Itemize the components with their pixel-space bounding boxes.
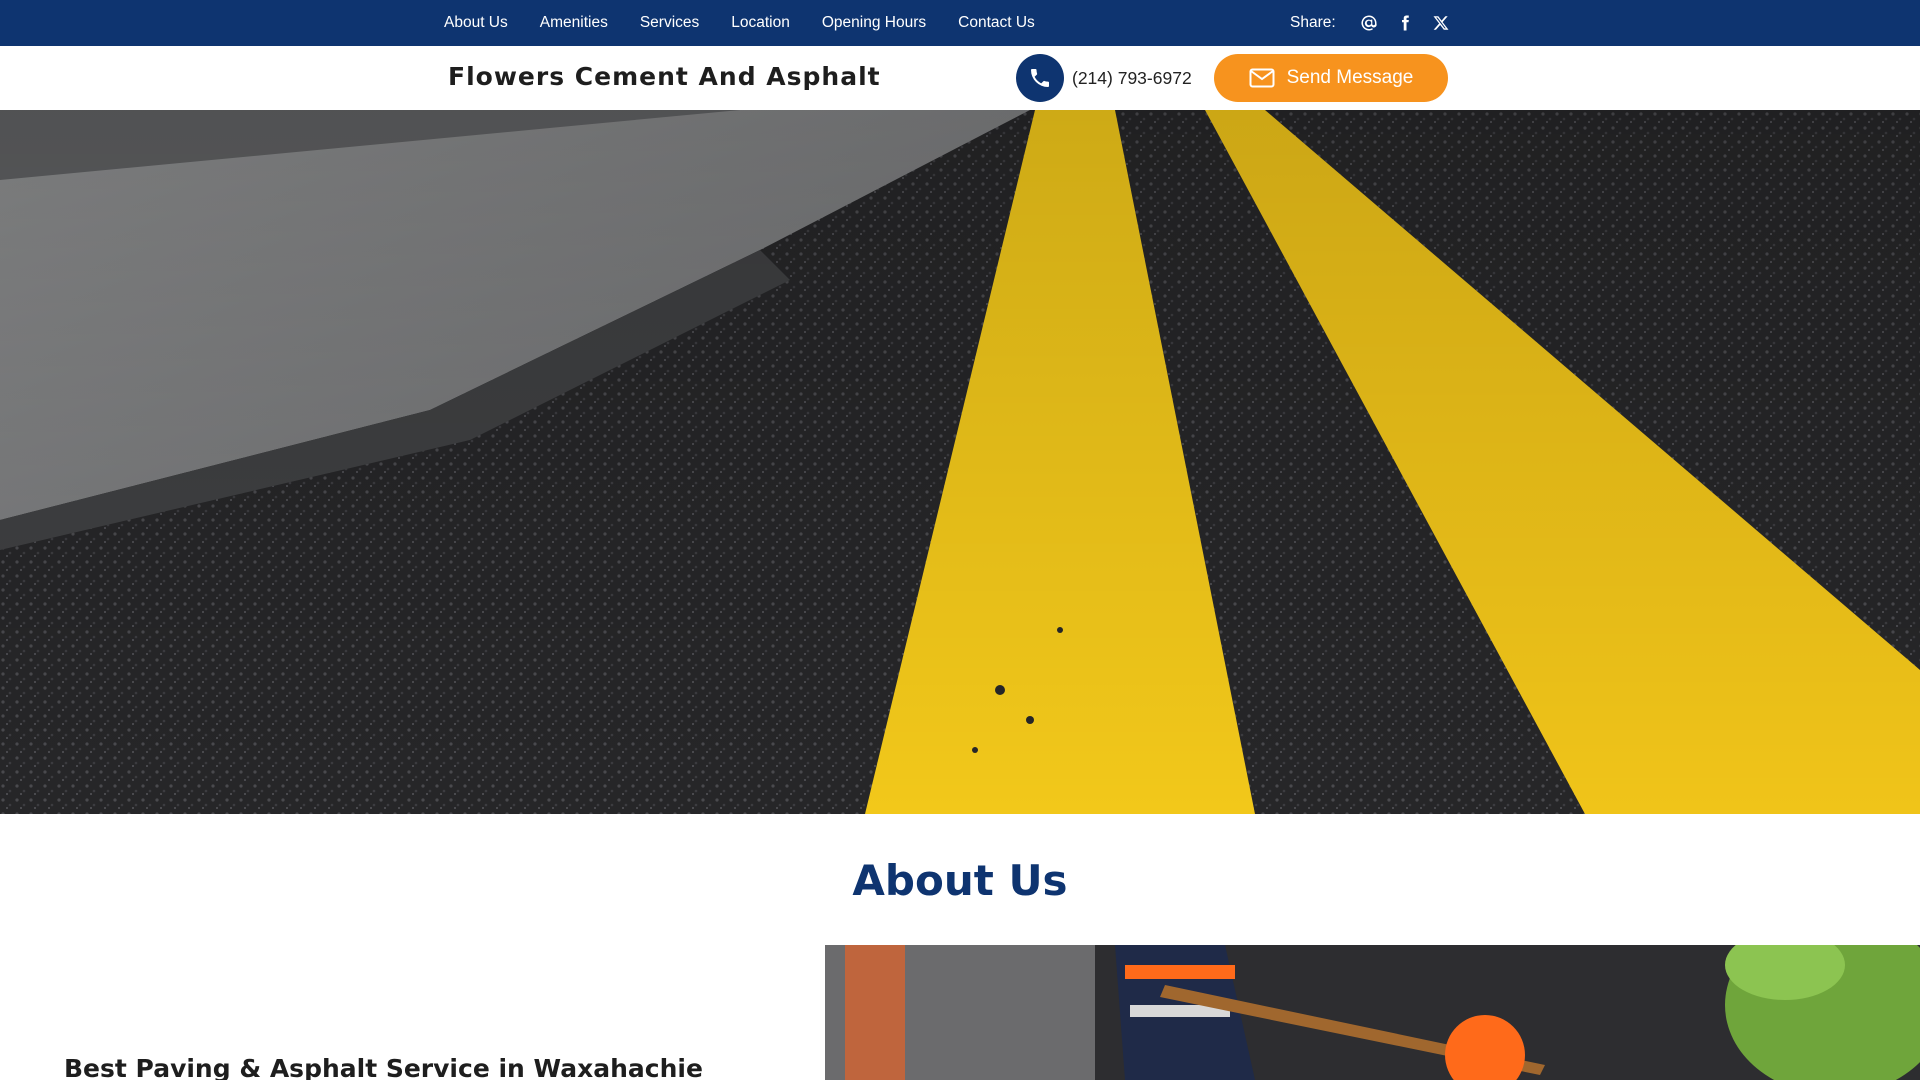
site-header: Flowers Cement And Asphalt (214) 793-697… xyxy=(0,46,1920,110)
about-title: About Us xyxy=(852,856,1068,905)
phone-number: (214) 793-6972 xyxy=(1072,67,1192,88)
hero-image xyxy=(0,110,1920,814)
main-nav: About Us Amenities Services Location Ope… xyxy=(444,0,1067,46)
nav-about-us[interactable]: About Us xyxy=(444,14,508,32)
nav-contact-us[interactable]: Contact Us xyxy=(958,14,1035,32)
share-label: Share: xyxy=(1290,14,1336,31)
nav-location[interactable]: Location xyxy=(731,14,790,32)
phone-link[interactable]: (214) 793-6972 xyxy=(1016,54,1192,102)
nav-services[interactable]: Services xyxy=(640,14,699,32)
share-group: Share: xyxy=(1290,0,1466,46)
mail-icon xyxy=(1249,68,1275,88)
brand-name[interactable]: Flowers Cement And Asphalt xyxy=(448,62,881,91)
nav-opening-hours[interactable]: Opening Hours xyxy=(822,14,926,32)
facebook-icon[interactable] xyxy=(1394,12,1416,34)
send-message-label: Send Message xyxy=(1286,67,1414,88)
nav-amenities[interactable]: Amenities xyxy=(540,14,608,32)
about-image-workers xyxy=(825,945,1920,1080)
send-message-button[interactable]: Send Message xyxy=(1214,54,1448,102)
phone-icon xyxy=(1016,54,1064,102)
x-twitter-icon[interactable] xyxy=(1430,12,1452,34)
about-subtitle: Best Paving & Asphalt Service in Waxahac… xyxy=(64,1054,703,1080)
email-at-icon[interactable] xyxy=(1358,12,1380,34)
top-navigation-bar: About Us Amenities Services Location Ope… xyxy=(0,0,1920,46)
